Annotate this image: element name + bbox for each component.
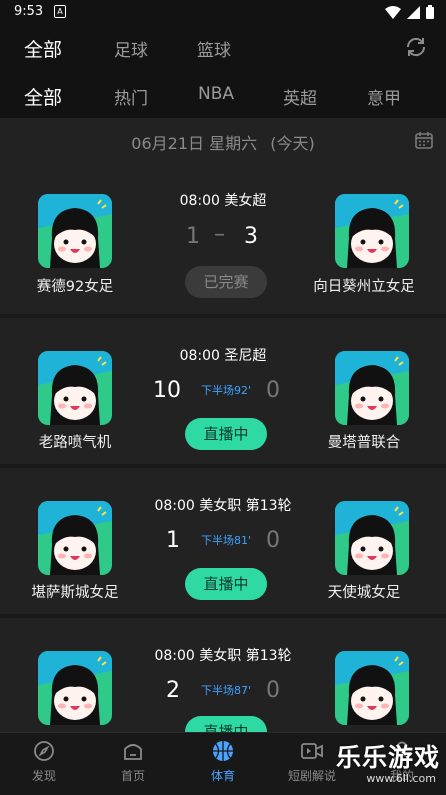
match-time-league: 08:00 美女职 第13轮 bbox=[154, 648, 292, 664]
tab-all-leagues[interactable]: 全部 bbox=[24, 83, 62, 110]
video-icon bbox=[301, 743, 323, 759]
refresh-icon[interactable] bbox=[404, 35, 428, 59]
nav-home[interactable]: 首页 bbox=[93, 739, 173, 784]
match-period: 下半场87' bbox=[200, 684, 252, 697]
today-text: (今天) bbox=[270, 134, 315, 153]
team-avatar bbox=[335, 501, 409, 575]
team-avatar bbox=[335, 651, 409, 725]
team-avatar bbox=[335, 194, 409, 268]
match-card[interactable]: 赛德92女足 08:00 美女超 1 – 3 已完赛 向日葵州立女足 bbox=[0, 162, 446, 314]
match-time-league: 08:00 美女职 第13轮 bbox=[154, 498, 292, 514]
home-score: 1 bbox=[186, 224, 200, 249]
battery-icon bbox=[426, 5, 434, 19]
home-team-name: 老路喷气机 bbox=[38, 435, 112, 451]
nav-label: 首页 bbox=[120, 769, 145, 783]
date-text: 06月21日 星期六 bbox=[131, 134, 258, 153]
tab-serie-a[interactable]: 意甲 bbox=[367, 84, 401, 109]
sim-icon: A bbox=[54, 5, 66, 18]
match-card[interactable]: 堪萨斯城女足 08:00 美女职 第13轮 1 下半场81' 0 直播中 天使城… bbox=[0, 468, 446, 614]
team-avatar bbox=[38, 194, 112, 268]
home-icon bbox=[124, 744, 142, 760]
home-score: 1 bbox=[166, 528, 180, 553]
away-team-name: 向日葵州立女足 bbox=[313, 279, 415, 295]
home-score: 10 bbox=[153, 378, 181, 403]
watermark-url: www.6ll.com bbox=[366, 772, 436, 785]
live-button[interactable]: 直播中 bbox=[185, 418, 267, 450]
tab-basketball[interactable]: 篮球 bbox=[197, 36, 231, 61]
nav-label: 发现 bbox=[31, 769, 56, 783]
watermark: 乐乐游戏 www.6ll.com bbox=[328, 738, 444, 792]
tab-premier-league[interactable]: 英超 bbox=[283, 84, 317, 109]
watermark-title: 乐乐游戏 bbox=[335, 743, 440, 772]
compass-icon bbox=[34, 741, 54, 761]
status-icons bbox=[385, 5, 434, 19]
status-time: 9:53 bbox=[14, 4, 44, 19]
sport-tabs: 全部 足球 篮球 bbox=[0, 24, 446, 70]
away-score: 3 bbox=[244, 224, 258, 249]
match-time-league: 08:00 圣尼超 bbox=[179, 348, 267, 364]
nav-discover[interactable]: 发现 bbox=[4, 739, 84, 784]
date-bar: 06月21日 星期六 (今天) bbox=[0, 118, 446, 162]
calendar-icon[interactable] bbox=[414, 130, 434, 150]
away-score: 0 bbox=[266, 378, 280, 403]
status-bar: 9:53 A bbox=[0, 0, 446, 24]
live-button[interactable]: 直播中 bbox=[185, 716, 267, 732]
team-avatar bbox=[38, 651, 112, 725]
wifi-icon bbox=[385, 5, 401, 19]
away-score: 0 bbox=[266, 528, 280, 553]
tab-all-sports[interactable]: 全部 bbox=[24, 35, 62, 62]
league-tabs: 全部 热门 NBA 英超 意甲 bbox=[0, 70, 446, 118]
nav-sports[interactable]: 体育 bbox=[183, 739, 263, 784]
team-avatar bbox=[38, 351, 112, 425]
nav-label: 体育 bbox=[210, 769, 235, 783]
away-team-name: 曼塔普联合 bbox=[327, 435, 401, 451]
basketball-icon bbox=[213, 741, 233, 761]
home-team-name: 赛德92女足 bbox=[36, 279, 114, 295]
away-score: 0 bbox=[266, 678, 280, 703]
match-time-league: 08:00 美女超 bbox=[179, 193, 267, 209]
home-team-name: 堪萨斯城女足 bbox=[31, 585, 119, 601]
home-score: 2 bbox=[166, 678, 180, 703]
tab-hot[interactable]: 热门 bbox=[114, 84, 148, 109]
signal-icon bbox=[407, 5, 420, 19]
match-status-button[interactable]: 已完赛 bbox=[185, 266, 267, 298]
tab-nba[interactable]: NBA bbox=[198, 84, 234, 104]
score-separator: – bbox=[214, 222, 225, 247]
live-button[interactable]: 直播中 bbox=[185, 568, 267, 600]
match-card[interactable]: 老路喷气机 08:00 圣尼超 10 下半场92' 0 直播中 曼塔普联合 bbox=[0, 318, 446, 464]
team-avatar bbox=[335, 351, 409, 425]
team-avatar bbox=[38, 501, 112, 575]
tab-football[interactable]: 足球 bbox=[114, 36, 148, 61]
date-label[interactable]: 06月21日 星期六 (今天) bbox=[0, 130, 446, 154]
match-period: 下半场81' bbox=[200, 534, 252, 547]
match-period: 下半场92' bbox=[200, 384, 252, 397]
away-team-name: 天使城女足 bbox=[327, 585, 401, 601]
match-card[interactable]: 08:00 美女职 第13轮 2 下半场87' 0 直播中 bbox=[0, 618, 446, 732]
